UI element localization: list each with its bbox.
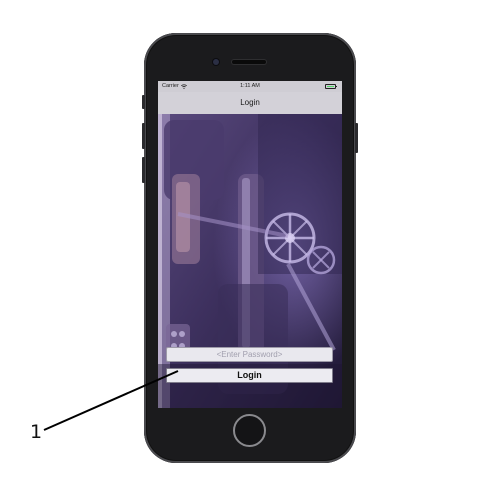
callout-number: 1 xyxy=(30,421,43,443)
callout-line xyxy=(43,370,179,431)
